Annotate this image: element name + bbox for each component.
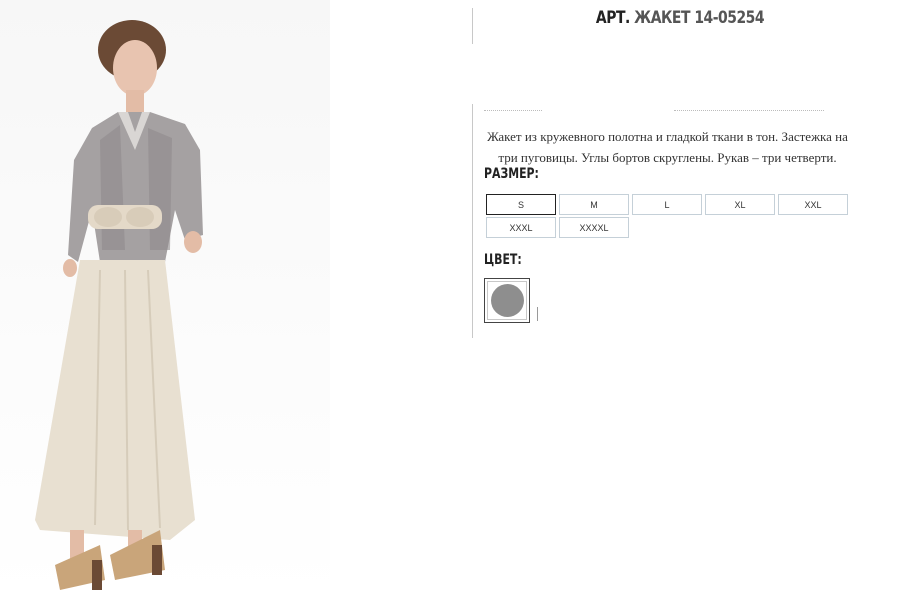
color-swatch-gray[interactable] bbox=[484, 278, 530, 323]
size-option-xxl[interactable]: XXL bbox=[778, 194, 848, 215]
swatch-divider bbox=[537, 307, 538, 321]
size-option-xxxl[interactable]: XXXL bbox=[486, 217, 556, 238]
size-option-l[interactable]: L bbox=[632, 194, 702, 215]
dotted-separator-right bbox=[674, 110, 824, 111]
product-photo[interactable] bbox=[0, 0, 330, 600]
dotted-separator-left bbox=[484, 110, 542, 111]
size-option-xl[interactable]: XL bbox=[705, 194, 775, 215]
title-prefix: АРТ. bbox=[595, 8, 630, 28]
title-name: ЖАКЕТ 14-05254 bbox=[634, 8, 765, 28]
size-option-xxxxl[interactable]: XXXXL bbox=[559, 217, 629, 238]
product-title: АРТ. ЖАКЕТ 14-05254 bbox=[549, 8, 811, 28]
product-description: Жакет из кружевного полотна и гладкой тк… bbox=[487, 129, 848, 165]
divider-main bbox=[472, 104, 473, 338]
size-option-m[interactable]: M bbox=[559, 194, 629, 215]
model-illustration bbox=[35, 20, 203, 590]
size-label: РАЗМЕР: bbox=[484, 166, 539, 182]
divider-top bbox=[472, 8, 473, 44]
color-label: ЦВЕТ: bbox=[484, 252, 522, 268]
color-swatch-frame bbox=[487, 281, 527, 320]
size-option-s[interactable]: S bbox=[486, 194, 556, 215]
color-dot bbox=[490, 284, 524, 317]
